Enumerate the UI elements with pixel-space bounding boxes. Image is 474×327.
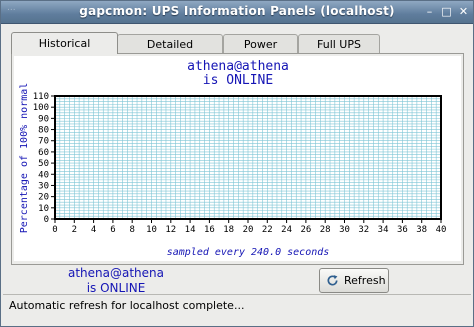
title-bar[interactable]: ... gapcmon: UPS Information Panels (loc… bbox=[1, 1, 473, 24]
minimize-icon[interactable]: – bbox=[423, 5, 436, 18]
close-icon[interactable]: ✕ bbox=[457, 5, 470, 18]
status-message: Automatic refresh for localhost complete… bbox=[9, 299, 245, 312]
chart-area bbox=[14, 56, 461, 261]
window-title: gapcmon: UPS Information Panels (localho… bbox=[79, 4, 395, 18]
tab-detailed-information[interactable]: Detailed Information bbox=[117, 34, 223, 70]
maximize-icon[interactable]: □ bbox=[440, 5, 453, 18]
tab-historical-summary[interactable]: Historical Summary bbox=[11, 32, 118, 71]
refresh-button[interactable]: Refresh bbox=[319, 268, 389, 293]
footer-host: athena@athena bbox=[67, 266, 164, 280]
refresh-label: Refresh bbox=[344, 274, 386, 287]
app-window: ... gapcmon: UPS Information Panels (loc… bbox=[0, 0, 474, 327]
tab-power-events[interactable]: Power Events bbox=[223, 34, 298, 70]
status-separator bbox=[3, 294, 471, 295]
footer-state: is ONLINE bbox=[86, 281, 146, 295]
refresh-icon bbox=[327, 275, 338, 286]
tab-full-ups-status[interactable]: Full UPS Status bbox=[298, 34, 380, 70]
